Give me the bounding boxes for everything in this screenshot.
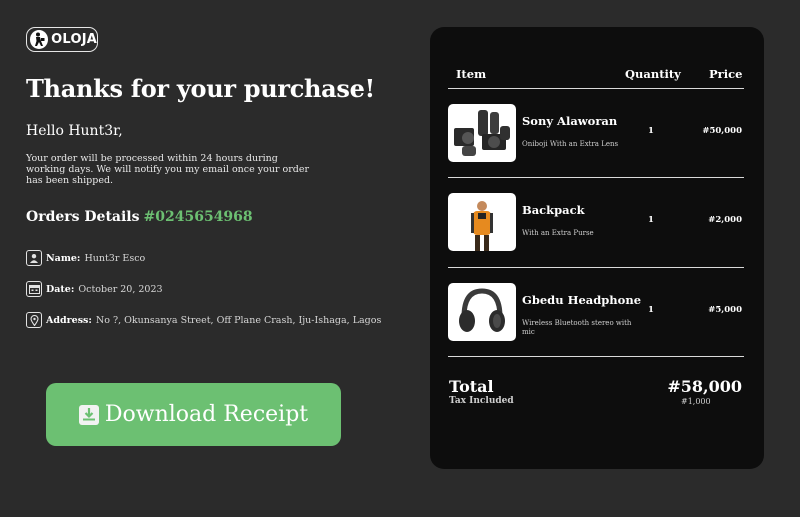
product-price: #5,000 <box>708 305 742 315</box>
column-header-item: Item <box>456 67 487 81</box>
product-description: Wireless Bluetooth stereo with mic <box>522 319 632 336</box>
greeting: Hello Hunt3r, <box>26 123 123 139</box>
receipt-card: Item Quantity Price Sony Alaworan Oniboj… <box>430 27 764 469</box>
product-quantity: 1 <box>648 215 654 225</box>
product-image-headphone <box>448 283 516 341</box>
download-icon <box>78 404 99 425</box>
order-message: Your order will be processed within 24 h… <box>26 153 310 186</box>
product-description: Oniboji With an Extra Lens <box>522 140 619 148</box>
product-price: #50,000 <box>702 126 742 136</box>
row-divider <box>448 267 744 268</box>
header-divider <box>448 88 744 89</box>
brand-name: OLOJA <box>51 32 97 47</box>
page-title: Thanks for your purchase! <box>26 74 375 103</box>
address-label: Address: <box>46 314 92 326</box>
address-value: No ?, Okunsanya Street, Off Plane Crash,… <box>95 314 382 326</box>
product-name: Gbedu Headphone <box>522 293 642 307</box>
column-header-price: Price <box>709 67 743 81</box>
product-image-camera <box>448 104 516 162</box>
download-receipt-label: Download Receipt <box>104 402 309 427</box>
user-icon <box>26 250 42 266</box>
detail-address: Address: No ?, Okunsanya Street, Off Pla… <box>26 312 381 328</box>
line-item: Backpack With an Extra Purse 1 #2,000 <box>430 193 764 253</box>
tax-label: Tax Included <box>449 396 514 406</box>
tax-value: #1,000 <box>681 397 711 406</box>
product-quantity: 1 <box>648 305 654 315</box>
date-value: October 20, 2023 <box>78 283 163 295</box>
product-name: Backpack <box>522 203 585 217</box>
detail-name: Name: Hunt3r Esco <box>26 250 145 266</box>
shopper-icon <box>30 30 49 49</box>
product-quantity: 1 <box>648 126 654 136</box>
order-number: #0245654968 <box>143 209 253 225</box>
brand-logo[interactable]: OLOJA <box>26 27 98 52</box>
product-name: Sony Alaworan <box>522 114 618 128</box>
line-item: Sony Alaworan Oniboji With an Extra Lens… <box>430 104 764 164</box>
total-value: #58,000 <box>667 377 742 396</box>
date-label: Date: <box>46 283 75 295</box>
product-description: With an Extra Purse <box>522 229 594 237</box>
row-divider <box>448 177 744 178</box>
orders-details-label: Orders Details <box>26 209 140 225</box>
column-header-quantity: Quantity <box>625 67 681 81</box>
orders-details-heading: Orders Details #0245654968 <box>26 209 253 225</box>
name-label: Name: <box>46 252 81 264</box>
total-label: Total <box>449 377 494 396</box>
detail-date: Date: October 20, 2023 <box>26 281 163 297</box>
name-value: Hunt3r Esco <box>84 252 146 264</box>
total-divider <box>448 356 744 357</box>
product-image-backpack <box>448 193 516 251</box>
line-item: Gbedu Headphone Wireless Bluetooth stere… <box>430 283 764 343</box>
product-price: #2,000 <box>708 215 742 225</box>
calendar-icon <box>26 281 42 297</box>
location-pin-icon <box>26 312 42 328</box>
download-receipt-button[interactable]: Download Receipt <box>46 383 341 446</box>
